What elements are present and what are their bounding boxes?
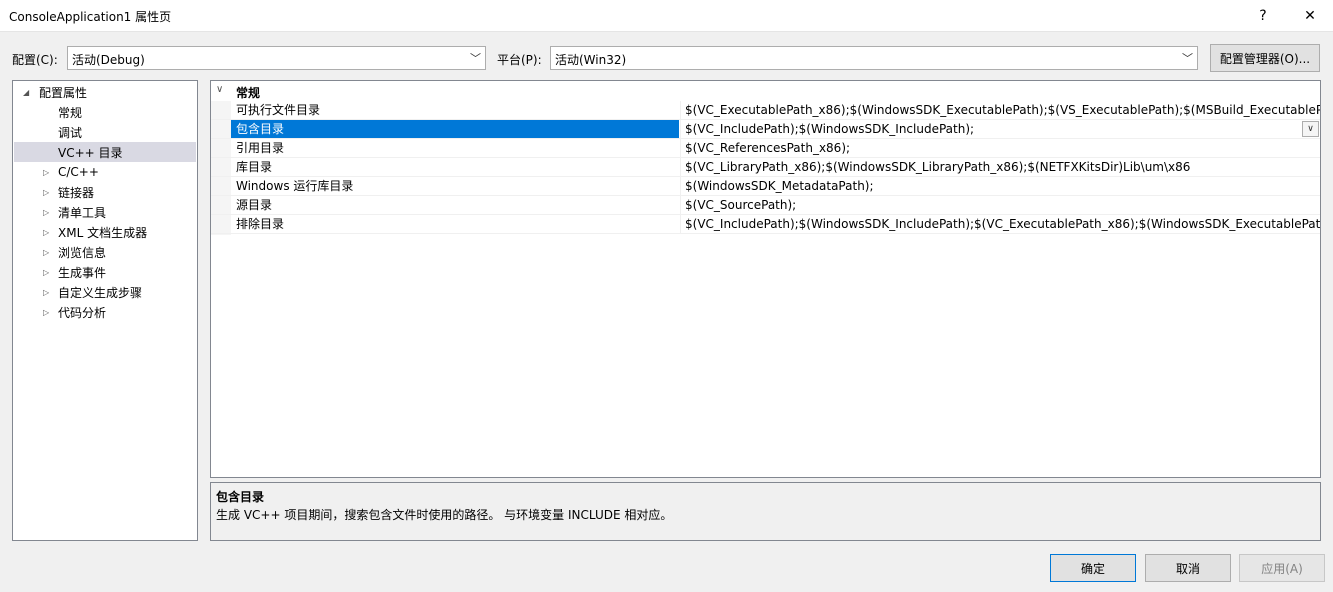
property-row[interactable]: 源目录 $(VC_SourcePath); [211,196,1320,215]
description-pane: 包含目录 生成 VC++ 项目期间，搜索包含文件时使用的路径。 与环境变量 IN… [210,482,1321,541]
expanded-triangle-icon[interactable]: ◢ [23,88,29,97]
tree-item-xml-doc-generator[interactable]: ▷ XML 文档生成器 [14,222,196,242]
collapsed-triangle-icon[interactable]: ▷ [43,288,49,297]
tree-item-label: 调试 [58,125,83,140]
chevron-down-icon: ﹀ [470,52,481,65]
cancel-button[interactable]: 取消 [1145,554,1231,582]
chevron-down-icon: ﹀ [1182,52,1193,65]
property-name[interactable]: 可执行文件目录 [231,101,679,119]
ok-button[interactable]: 确定 [1050,554,1136,582]
tree-item-general[interactable]: 常规 [14,102,196,122]
chevron-down-icon[interactable]: ∨ [216,84,223,95]
tree-item-label: XML 文档生成器 [58,225,148,240]
description-title: 包含目录 [216,490,265,504]
property-value[interactable]: $(VC_IncludePath);$(WindowsSDK_IncludePa… [680,215,1320,233]
close-button[interactable]: ✕ [1287,0,1333,32]
tree-item-label: 生成事件 [58,265,107,280]
tree-item-custom-build-step[interactable]: ▷ 自定义生成步骤 [14,282,196,302]
property-name[interactable]: 源目录 [231,196,679,214]
property-value[interactable]: $(VC_IncludePath);$(WindowsSDK_IncludePa… [680,120,1320,138]
property-value[interactable]: $(VC_ExecutablePath_x86);$(WindowsSDK_Ex… [680,101,1320,119]
tree-item-label: 常规 [58,105,83,120]
property-name[interactable]: Windows 运行库目录 [231,177,679,195]
tree-item-label: 自定义生成步骤 [58,285,143,300]
chevron-down-icon[interactable]: ∨ [1302,121,1319,137]
platform-combo[interactable]: 活动(Win32) ﹀ [550,46,1198,70]
property-name[interactable]: 包含目录 [231,120,679,138]
collapsed-triangle-icon[interactable]: ▷ [43,268,49,277]
config-label: 配置(C): [12,53,58,67]
tree-item-c-cpp[interactable]: ▷ C/C++ [14,162,196,182]
tree-item-label: VC++ 目录 [58,145,123,160]
property-row[interactable]: 排除目录 $(VC_IncludePath);$(WindowsSDK_Incl… [211,215,1320,234]
tree-item-linker[interactable]: ▷ 链接器 [14,182,196,202]
tree-item-label: 浏览信息 [58,245,107,260]
collapsed-triangle-icon[interactable]: ▷ [43,208,49,217]
property-value[interactable]: $(WindowsSDK_MetadataPath); [680,177,1320,195]
title-bar: ConsoleApplication1 属性页 ? ✕ [0,0,1333,32]
property-value[interactable]: $(VC_SourcePath); [680,196,1320,214]
property-row[interactable]: 包含目录 $(VC_IncludePath);$(WindowsSDK_Incl… [211,120,1320,139]
property-tree[interactable]: ◢ 配置属性 常规 调试 VC++ 目录 ▷ C/C++ ▷ 链接器 ▷ 清单工… [12,80,198,541]
collapsed-triangle-icon[interactable]: ▷ [43,168,49,177]
configuration-row: 配置(C): 活动(Debug) ﹀ 平台(P): 活动(Win32) ﹀ 配置… [0,44,1333,72]
tree-item-label: 代码分析 [58,305,107,320]
tree-item-manifest-tool[interactable]: ▷ 清单工具 [14,202,196,222]
property-name[interactable]: 引用目录 [231,139,679,157]
collapsed-triangle-icon[interactable]: ▷ [43,228,49,237]
tree-item-vc-directories[interactable]: VC++ 目录 [14,142,196,162]
configuration-manager-button[interactable]: 配置管理器(O)... [1210,44,1320,72]
apply-button[interactable]: 应用(A) [1239,554,1325,582]
tree-item-label: 链接器 [58,185,95,200]
property-row[interactable]: 库目录 $(VC_LibraryPath_x86);$(WindowsSDK_L… [211,158,1320,177]
tree-item-label: C/C++ [58,165,99,179]
config-combo[interactable]: 活动(Debug) ﹀ [67,46,486,70]
property-value[interactable]: $(VC_ReferencesPath_x86); [680,139,1320,157]
property-name[interactable]: 排除目录 [231,215,679,233]
help-button[interactable]: ? [1240,0,1286,32]
window-title: ConsoleApplication1 属性页 [9,10,172,24]
platform-value: 活动(Win32) [555,53,627,67]
tree-root-label: 配置属性 [39,85,88,100]
property-grid[interactable]: ∨ 常规 可执行文件目录 $(VC_ExecutablePath_x86);$(… [210,80,1321,478]
category-header[interactable]: ∨ 常规 [211,81,1320,101]
collapsed-triangle-icon[interactable]: ▷ [43,188,49,197]
property-row[interactable]: 可执行文件目录 $(VC_ExecutablePath_x86);$(Windo… [211,101,1320,120]
tree-root[interactable]: ◢ 配置属性 [14,82,196,102]
collapsed-triangle-icon[interactable]: ▷ [43,248,49,257]
property-name[interactable]: 库目录 [231,158,679,176]
property-value[interactable]: $(VC_LibraryPath_x86);$(WindowsSDK_Libra… [680,158,1320,176]
tree-item-code-analysis[interactable]: ▷ 代码分析 [14,302,196,322]
property-row[interactable]: 引用目录 $(VC_ReferencesPath_x86); [211,139,1320,158]
collapsed-triangle-icon[interactable]: ▷ [43,308,49,317]
description-text: 生成 VC++ 项目期间，搜索包含文件时使用的路径。 与环境变量 INCLUDE… [216,508,673,522]
tree-item-browse-info[interactable]: ▷ 浏览信息 [14,242,196,262]
tree-item-label: 清单工具 [58,205,107,220]
category-label: 常规 [236,86,261,100]
config-value: 活动(Debug) [72,53,145,67]
tree-item-build-events[interactable]: ▷ 生成事件 [14,262,196,282]
property-row[interactable]: Windows 运行库目录 $(WindowsSDK_MetadataPath)… [211,177,1320,196]
tree-item-debugging[interactable]: 调试 [14,122,196,142]
platform-label: 平台(P): [497,53,542,67]
